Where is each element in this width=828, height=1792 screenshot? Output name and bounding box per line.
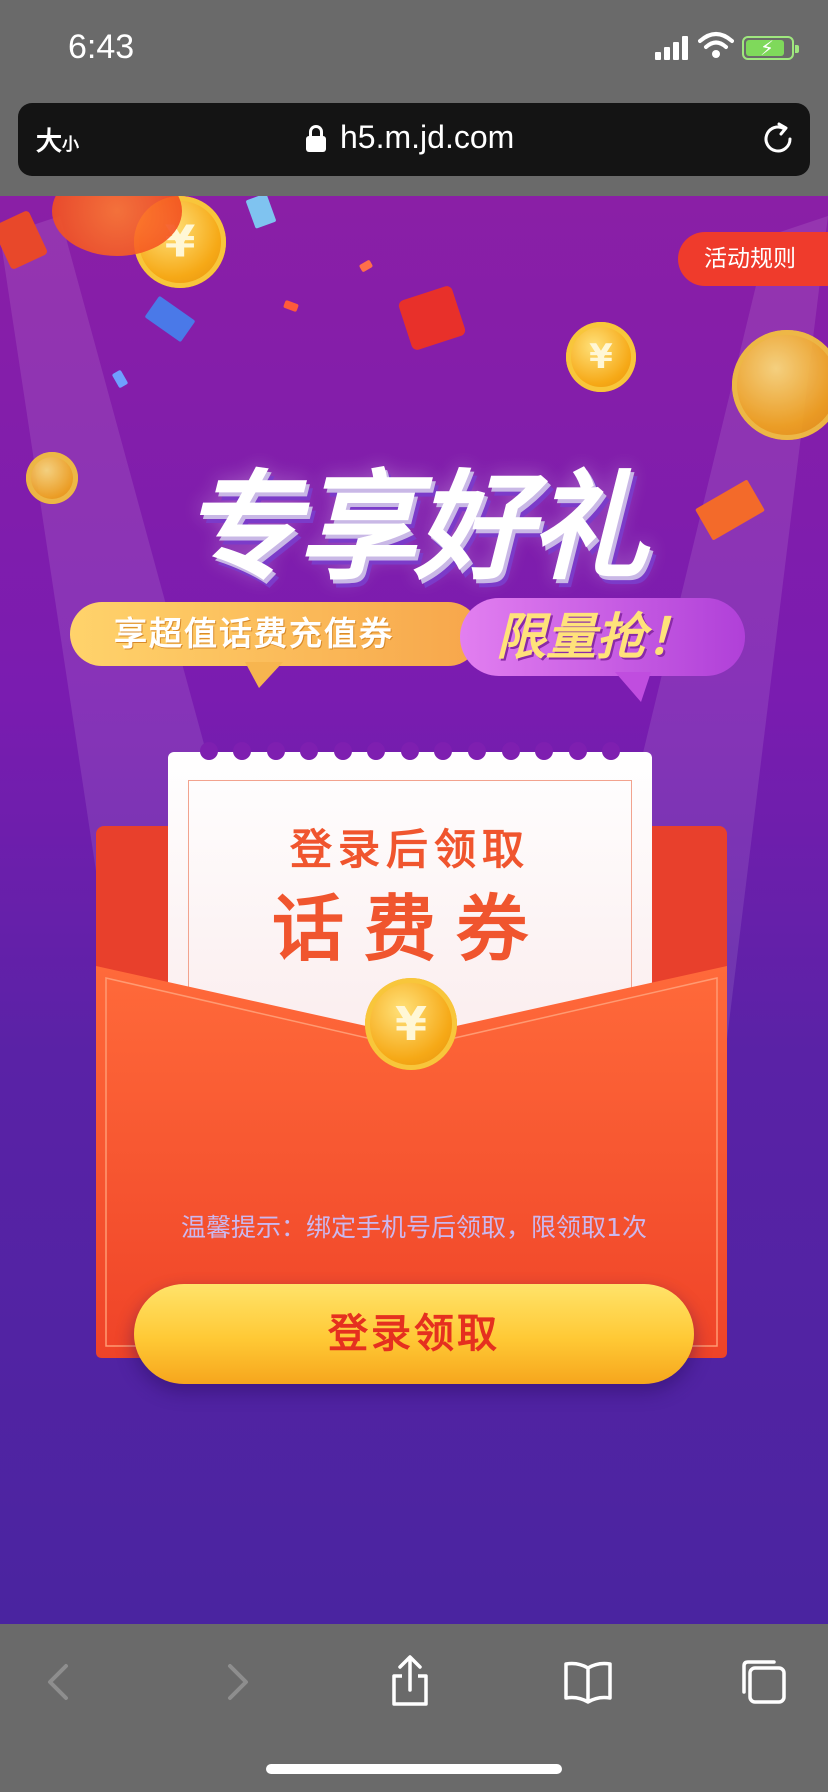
lock-icon	[306, 125, 326, 153]
url-text[interactable]: h5.m.jd.com	[340, 119, 514, 156]
promo-page: ¥ ¥ 活动规则 专享好礼 享超值话费充值券 限量抢！ 登录后领取 话费券 ¥ …	[0, 196, 828, 1624]
chevron-right-icon[interactable]	[208, 1654, 264, 1710]
limited-bubble: 限量抢！	[460, 598, 745, 702]
share-icon[interactable]	[382, 1654, 438, 1710]
headline: 专享好礼	[181, 458, 648, 596]
book-icon[interactable]	[560, 1654, 616, 1710]
limited-text: 限量抢！	[496, 608, 696, 666]
hint-text: 温馨提示：绑定手机号后领取，限领取1次	[181, 1213, 647, 1242]
cellular-signal-icon	[655, 36, 689, 60]
status-bar: 6:43 ⚡	[0, 0, 828, 100]
yen-coin-icon: ¥	[365, 978, 457, 1070]
text-size-button[interactable]: 大小	[36, 121, 79, 158]
status-time: 6:43	[68, 28, 135, 66]
home-indicator	[266, 1764, 562, 1774]
activity-rules-button[interactable]: 活动规则	[678, 232, 828, 286]
coupon-line1: 登录后领取	[289, 825, 530, 874]
address-bar[interactable]: 大小 h5.m.jd.com	[18, 103, 810, 176]
subtitle-text: 享超值话费充值券	[114, 614, 394, 653]
tabs-icon[interactable]	[736, 1654, 792, 1710]
browser-toolbar	[0, 1624, 828, 1792]
login-claim-button[interactable]: 登录领取	[134, 1284, 694, 1384]
battery-icon: ⚡	[742, 36, 799, 60]
coupon-line2: 话费券	[271, 887, 548, 971]
coin-decoration: ¥	[566, 322, 636, 392]
chevron-left-icon[interactable]	[32, 1654, 88, 1710]
subtitle-bubble: 享超值话费充值券	[70, 602, 480, 688]
reload-icon[interactable]	[760, 121, 796, 157]
wifi-icon	[698, 32, 734, 58]
